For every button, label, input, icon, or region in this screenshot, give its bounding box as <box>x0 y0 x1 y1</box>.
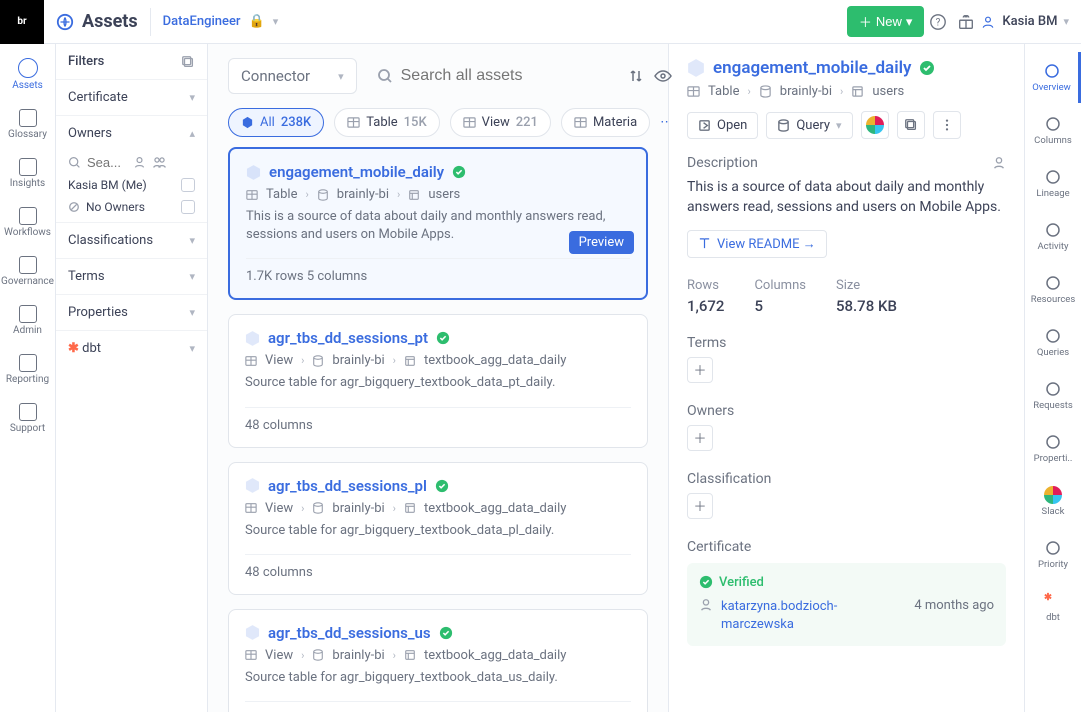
user-menu[interactable]: Kasia BM ▾ <box>980 14 1069 30</box>
pill-table[interactable]: Table15K <box>334 108 439 137</box>
filter-dbt[interactable]: ✱ dbt▾ <box>56 330 207 366</box>
search-input[interactable] <box>401 67 608 85</box>
rows-value: 1,672 <box>687 297 724 315</box>
cert-user[interactable]: katarzyna.bodzioch-marczewska <box>721 598 871 634</box>
preview-button[interactable]: Preview <box>569 231 634 254</box>
help-icon[interactable]: ? <box>924 8 952 36</box>
brand-logo: br <box>0 0 44 44</box>
search-icon <box>68 156 81 169</box>
columns-value: 5 <box>754 297 806 315</box>
leftnav-assets[interactable]: Assets <box>0 52 55 97</box>
user-icon[interactable] <box>992 156 1006 170</box>
add-owner-button[interactable]: ＋ <box>687 425 713 451</box>
leftnav-insights[interactable]: Insights <box>0 152 55 195</box>
leftnav-admin[interactable]: Admin <box>0 299 55 342</box>
card-title[interactable]: engagement_mobile_daily <box>246 163 630 181</box>
filter-certificate[interactable]: Certificate▾ <box>56 79 207 115</box>
no-owners[interactable]: No Owners <box>86 200 145 214</box>
page-title: Assets <box>82 11 138 32</box>
rightnav-queries[interactable]: Queries <box>1025 317 1081 368</box>
user-icon <box>980 14 996 30</box>
chevron-down-icon: ▾ <box>273 15 279 28</box>
pill-view[interactable]: View221 <box>450 108 551 137</box>
filters-title: Filters <box>68 54 104 69</box>
card-meta: 48 columns <box>245 554 631 580</box>
user-icon <box>699 598 713 612</box>
ban-icon <box>68 201 80 213</box>
card-description: Source table for agr_bigquery_textbook_d… <box>245 669 631 687</box>
database-icon <box>759 85 772 98</box>
card-meta: 1.7K rows 5 columns <box>246 258 630 284</box>
connector-dropdown[interactable]: Connector ▾ <box>228 58 357 94</box>
card-title[interactable]: agr_tbs_dd_sessions_us <box>245 624 631 642</box>
asset-card[interactable]: agr_tbs_dd_sessions_plView›brainly-bi›te… <box>228 462 648 595</box>
search-icon <box>377 68 393 84</box>
rightnav-overview[interactable]: Overview <box>1025 52 1081 103</box>
query-button[interactable]: Query▾ <box>766 112 852 139</box>
add-classification-button[interactable]: ＋ <box>687 493 713 519</box>
open-button[interactable]: Open <box>687 112 758 139</box>
hexagon-icon <box>687 59 705 77</box>
card-description: Source table for agr_bigquery_textbook_d… <box>245 374 631 392</box>
sort-icon[interactable] <box>628 62 644 90</box>
lock-icon: 🔒 <box>249 14 265 29</box>
filter-properties[interactable]: Properties▾ <box>56 294 207 330</box>
view-readme-button[interactable]: View README → <box>687 230 827 258</box>
copy-icon[interactable] <box>897 111 925 139</box>
cert-time: 4 months ago <box>914 598 994 613</box>
rightnav-priority[interactable]: Priority <box>1025 529 1081 580</box>
leftnav-workflows[interactable]: Workflows <box>0 201 55 244</box>
pill-all[interactable]: All238K <box>228 108 324 137</box>
leftnav-support[interactable]: Support <box>0 397 55 440</box>
slack-icon[interactable] <box>861 111 889 139</box>
schema-icon <box>851 85 864 98</box>
description-text: This is a source of data about daily and… <box>687 177 1006 218</box>
asset-title: engagement_mobile_daily <box>713 58 911 78</box>
card-meta: 48 columns <box>245 701 631 712</box>
card-title[interactable]: agr_tbs_dd_sessions_pl <box>245 477 631 495</box>
asset-card[interactable]: agr_tbs_dd_sessions_usView›brainly-bi›te… <box>228 609 648 712</box>
asset-card[interactable]: engagement_mobile_dailyTable›brainly-bi›… <box>228 147 648 300</box>
filter-owners[interactable]: Owners▴ <box>56 115 207 151</box>
card-description: Source table for agr_bigquery_textbook_d… <box>245 522 631 540</box>
rightnav-properti[interactable]: Properti.. <box>1025 423 1081 474</box>
size-value: 58.78 KB <box>836 297 897 315</box>
leftnav-glossary[interactable]: Glossary <box>0 103 55 146</box>
leftnav-reporting[interactable]: Reporting <box>0 348 55 391</box>
more-pills[interactable]: ⋯ <box>660 109 668 137</box>
add-term-button[interactable]: ＋ <box>687 357 713 383</box>
asset-card[interactable]: agr_tbs_dd_sessions_ptView›brainly-bi›te… <box>228 314 648 447</box>
leftnav-governance[interactable]: Governance <box>0 250 55 293</box>
assets-icon <box>56 13 74 31</box>
svg-text:?: ? <box>936 17 941 28</box>
rightnav-activity[interactable]: Activity <box>1025 211 1081 262</box>
owners-search-input[interactable] <box>87 155 127 170</box>
rightnav-columns[interactable]: Columns <box>1025 105 1081 156</box>
copy-icon[interactable] <box>181 55 195 69</box>
rightnav-lineage[interactable]: Lineage <box>1025 158 1081 209</box>
card-title[interactable]: agr_tbs_dd_sessions_pt <box>245 329 631 347</box>
group-icon[interactable] <box>152 156 167 169</box>
checkbox[interactable] <box>181 178 195 192</box>
filter-terms[interactable]: Terms▾ <box>56 258 207 294</box>
rightnav-dbt[interactable]: ✱dbt <box>1025 582 1081 633</box>
verified-icon <box>699 575 713 589</box>
card-meta: 48 columns <box>245 407 631 433</box>
cert-status: Verified <box>719 575 764 590</box>
rightnav-resources[interactable]: Resources <box>1025 264 1081 315</box>
pill-materia[interactable]: Materia <box>561 108 650 137</box>
user-icon[interactable] <box>133 156 146 169</box>
verified-icon <box>919 60 935 76</box>
persona-selector[interactable]: DataEngineer <box>163 14 241 29</box>
new-button[interactable]: ＋New▾ <box>847 6 925 37</box>
gift-icon[interactable] <box>952 8 980 36</box>
owner-me[interactable]: Kasia BM (Me) <box>68 178 147 192</box>
more-icon[interactable] <box>933 111 961 139</box>
table-icon <box>687 85 700 98</box>
checkbox[interactable] <box>181 200 195 214</box>
filter-classifications[interactable]: Classifications▾ <box>56 222 207 258</box>
rightnav-requests[interactable]: Requests <box>1025 370 1081 421</box>
rightnav-slack[interactable]: Slack <box>1025 476 1081 527</box>
